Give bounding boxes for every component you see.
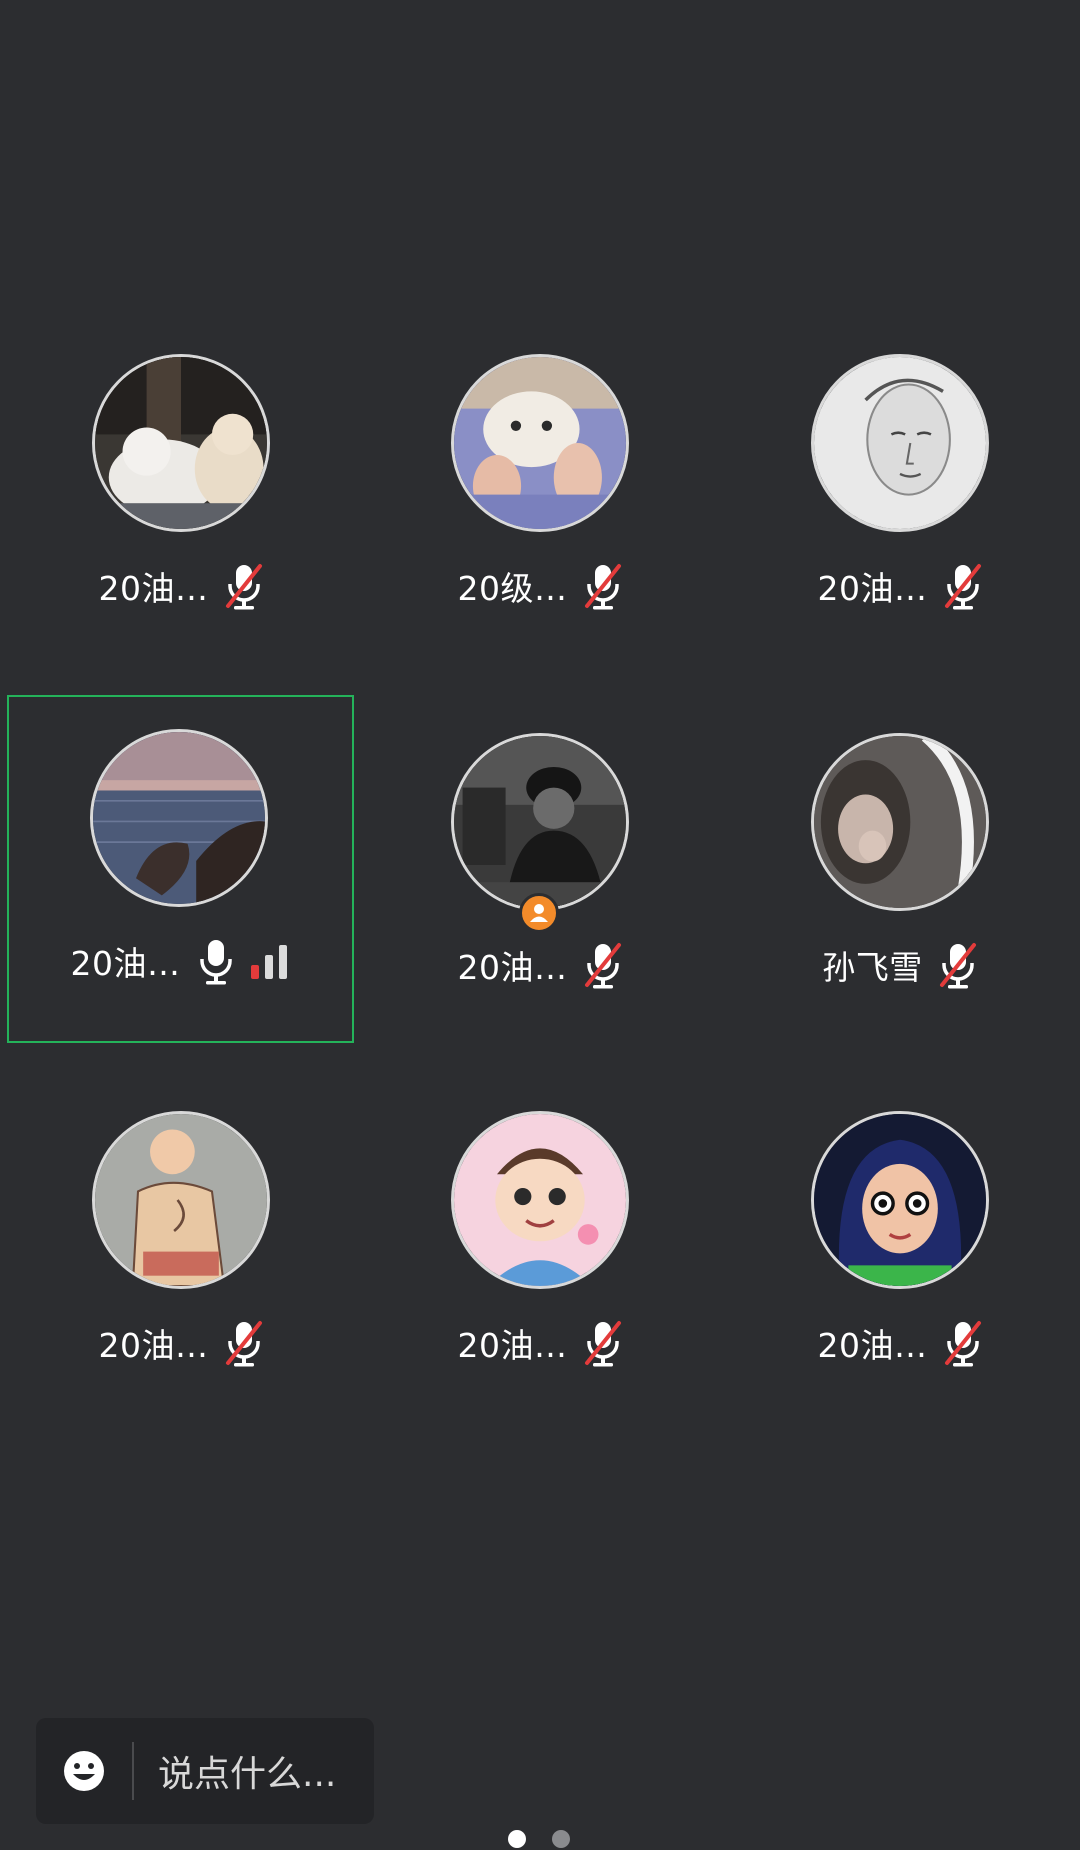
chat-input-placeholder[interactable]: 说点什么...	[158, 1745, 336, 1797]
participant-tile[interactable]: 孙飞雪	[729, 729, 1072, 1073]
mic-muted-icon	[944, 564, 981, 610]
mic-on-icon	[199, 940, 232, 985]
participant-name-row: 20油…	[369, 1315, 712, 1371]
participant-name-row: 20油…	[729, 1315, 1072, 1371]
avatar[interactable]	[92, 354, 270, 532]
participant-tile[interactable]: 20油…	[729, 350, 1072, 694]
page-dot-active[interactable]	[508, 1830, 526, 1848]
divider	[132, 1742, 134, 1800]
participant-name: 20级…	[457, 569, 568, 608]
mic-muted-icon	[584, 943, 621, 989]
smiley-icon	[64, 1751, 104, 1791]
mic-muted-icon	[225, 564, 262, 610]
mic-muted-icon	[584, 1321, 621, 1367]
participant-name-row: 20油…	[9, 933, 352, 989]
mic-muted-icon	[225, 1321, 262, 1367]
participant-name-row: 20油…	[729, 558, 1072, 614]
participant-name-row: 孙飞雪	[729, 937, 1072, 993]
page-dot[interactable]	[552, 1830, 570, 1848]
signal-strength-icon	[250, 945, 287, 979]
participant-name: 20油…	[457, 948, 568, 987]
avatar[interactable]	[811, 1111, 989, 1289]
participant-tile[interactable]: 20油…	[729, 1107, 1072, 1451]
mic-muted-icon	[584, 564, 621, 610]
avatar[interactable]	[90, 729, 268, 907]
participant-tile[interactable]: 20级…	[369, 350, 712, 694]
participant-name: 20油…	[457, 1326, 568, 1365]
participant-name: 20油…	[817, 569, 928, 608]
avatar[interactable]	[451, 733, 629, 911]
participant-name: 20油…	[70, 944, 181, 983]
participant-name-row: 20级…	[369, 558, 712, 614]
participant-tile[interactable]: 20油…	[369, 1107, 712, 1451]
mic-muted-icon	[944, 1321, 981, 1367]
participant-name-row: 20油…	[369, 937, 712, 993]
participant-name: 20油…	[817, 1326, 928, 1365]
avatar[interactable]	[451, 1111, 629, 1289]
page-indicator	[508, 1830, 572, 1850]
participant-tile[interactable]: 20油…	[10, 1107, 353, 1451]
mic-muted-icon	[939, 943, 976, 989]
avatar[interactable]	[811, 733, 989, 911]
participant-tile[interactable]: 20油…	[369, 729, 712, 1073]
participant-name: 20油…	[98, 1326, 209, 1365]
participant-tile[interactable]: 20油…	[10, 350, 353, 694]
participant-name: 20油…	[98, 569, 209, 608]
chat-input-bar[interactable]: 说点什么...	[36, 1718, 374, 1824]
host-badge-icon	[519, 893, 559, 933]
participant-name-row: 20油…	[10, 558, 353, 614]
avatar[interactable]	[92, 1111, 270, 1289]
avatar[interactable]	[451, 354, 629, 532]
participant-name-row: 20油…	[10, 1315, 353, 1371]
participant-tile-active-speaker[interactable]: 20油…	[7, 695, 354, 1043]
avatar[interactable]	[811, 354, 989, 532]
participant-name: 孙飞雪	[822, 948, 923, 987]
emoji-button[interactable]	[36, 1718, 132, 1824]
